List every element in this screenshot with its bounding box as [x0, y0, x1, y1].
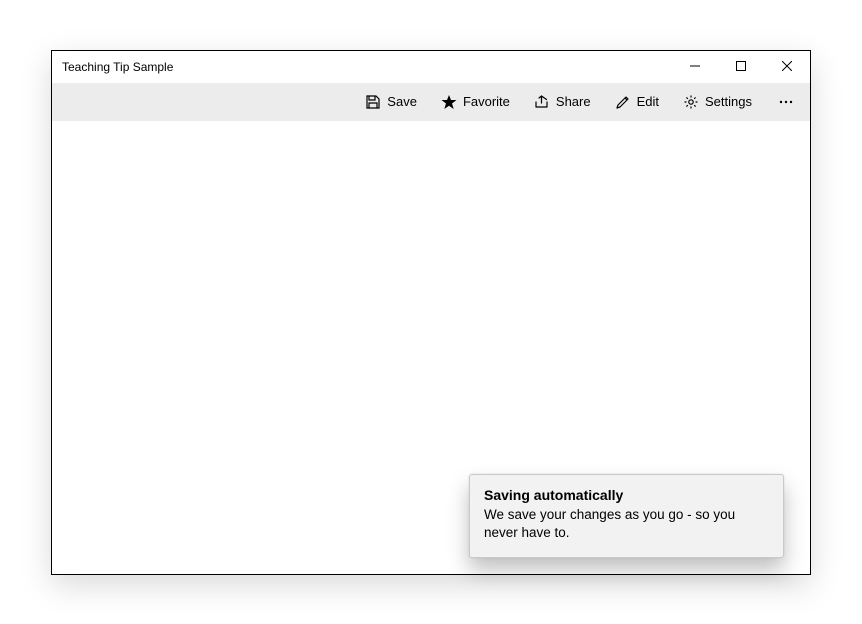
edit-button[interactable]: Edit: [607, 90, 667, 114]
save-button[interactable]: Save: [357, 90, 425, 114]
more-icon: [778, 94, 794, 110]
minimize-button[interactable]: [672, 51, 718, 83]
share-button[interactable]: Share: [526, 90, 599, 114]
save-icon: [365, 94, 381, 110]
teaching-tip: Saving automatically We save your change…: [469, 474, 784, 557]
settings-label: Settings: [705, 94, 752, 109]
save-label: Save: [387, 94, 417, 109]
star-icon: [441, 94, 457, 110]
settings-button[interactable]: Settings: [675, 90, 760, 114]
favorite-button[interactable]: Favorite: [433, 90, 518, 114]
close-icon: [782, 60, 792, 74]
window-title: Teaching Tip Sample: [62, 60, 173, 74]
teaching-tip-title: Saving automatically: [484, 487, 769, 503]
close-button[interactable]: [764, 51, 810, 83]
gear-icon: [683, 94, 699, 110]
title-bar: Teaching Tip Sample: [52, 51, 810, 83]
edit-label: Edit: [637, 94, 659, 109]
more-button[interactable]: [768, 90, 804, 114]
maximize-icon: [736, 60, 746, 74]
content-area: Saving automatically We save your change…: [52, 121, 810, 574]
command-bar: Save Favorite Share Edit Settings: [52, 83, 810, 121]
pencil-icon: [615, 94, 631, 110]
teaching-tip-body: We save your changes as you go - so you …: [484, 506, 769, 542]
favorite-label: Favorite: [463, 94, 510, 109]
window-controls: [672, 51, 810, 83]
minimize-icon: [690, 60, 700, 74]
maximize-button[interactable]: [718, 51, 764, 83]
share-icon: [534, 94, 550, 110]
share-label: Share: [556, 94, 591, 109]
app-window: Teaching Tip Sample: [51, 50, 811, 575]
